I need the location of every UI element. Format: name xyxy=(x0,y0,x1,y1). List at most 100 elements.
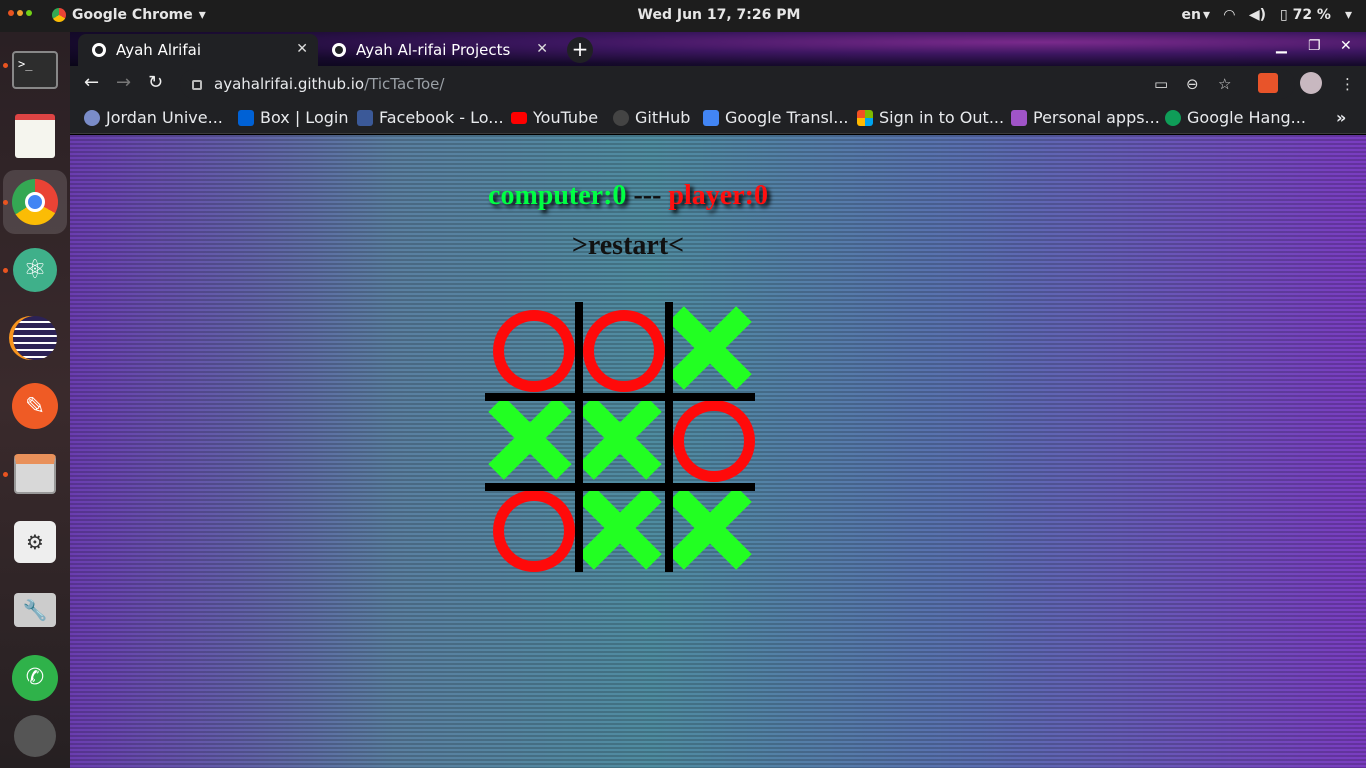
o-mark xyxy=(493,310,575,392)
app-name: Google Chrome xyxy=(72,7,193,23)
app-menu[interactable]: Google Chrome ▾ xyxy=(52,7,206,23)
translate-icon xyxy=(703,109,719,126)
battery-level: 72 % xyxy=(1292,7,1331,23)
board-cell[interactable] xyxy=(575,302,665,392)
bookmark-label: Facebook - Lo... xyxy=(379,108,504,127)
zoom-icon[interactable]: ⊖ xyxy=(1186,75,1199,93)
url-host: ayahalrifai.github.io xyxy=(214,75,365,93)
bookmark-star-icon[interactable]: ☆ xyxy=(1218,75,1231,93)
bookmark-box[interactable]: Box | Login xyxy=(238,108,348,127)
lock-icon xyxy=(192,80,202,90)
dock: >_ ⚛ ✎ ⚙ 🔧 ✆ xyxy=(0,32,70,768)
whatsapp-icon[interactable]: ✆ xyxy=(9,652,61,704)
language-indicator[interactable]: en xyxy=(1182,7,1201,23)
board-cell[interactable] xyxy=(665,302,755,392)
bookmark-label: Box | Login xyxy=(260,108,349,127)
grid-line xyxy=(665,302,673,572)
x-mark xyxy=(669,486,751,568)
board-cell[interactable] xyxy=(575,482,665,572)
wifi-icon: ◠ xyxy=(1224,7,1235,23)
score-separator: --- xyxy=(626,180,669,211)
box-icon xyxy=(238,109,254,126)
bookmark-label: GitHub xyxy=(635,108,691,127)
board-cell[interactable] xyxy=(485,392,575,482)
tab-title: Ayah Alrifai xyxy=(116,41,201,59)
x-mark xyxy=(489,396,571,478)
chevron-down-icon: ▾ xyxy=(1203,7,1211,23)
extension-icon[interactable] xyxy=(1258,73,1278,93)
forward-icon[interactable]: → xyxy=(116,72,131,93)
bookmark-youtube[interactable]: YouTube xyxy=(511,108,598,127)
bookmark-label: Jordan Unive... xyxy=(106,108,223,127)
cast-icon[interactable]: ▭ xyxy=(1154,75,1168,93)
back-icon[interactable]: ← xyxy=(84,72,99,93)
more-bookmarks-icon[interactable]: » xyxy=(1336,108,1346,127)
maximize-icon[interactable]: ❐ xyxy=(1308,38,1321,54)
bookmark-facebook[interactable]: Facebook - Lo... xyxy=(357,108,504,127)
chevron-down-icon: ▾ xyxy=(1344,7,1352,23)
bookmark-outlook[interactable]: Sign in to Out... xyxy=(857,108,1004,127)
x-mark xyxy=(669,306,751,388)
grid-line xyxy=(485,483,755,491)
system-tools-icon[interactable]: 🔧 xyxy=(9,584,61,636)
github-icon xyxy=(613,109,629,126)
bookmark-label: Google Transl... xyxy=(725,108,849,127)
window-close-icon[interactable]: ✕ xyxy=(1340,38,1352,54)
reload-icon[interactable]: ↻ xyxy=(148,72,163,93)
files-icon[interactable] xyxy=(9,448,61,500)
system-tray[interactable]: en ▾ ◠ ◀) ▯ 72 % ▾ xyxy=(1182,7,1352,23)
youtube-icon xyxy=(511,111,527,124)
terminal-icon[interactable]: >_ xyxy=(9,44,61,96)
tic-tac-toe-board xyxy=(485,302,755,572)
h-icon xyxy=(1011,109,1027,126)
facebook-icon xyxy=(357,109,373,126)
board-cell[interactable] xyxy=(665,482,755,572)
close-icon[interactable]: ✕ xyxy=(536,41,548,57)
ju-icon xyxy=(84,109,100,126)
o-mark xyxy=(583,310,665,392)
bookmark-personal-apps[interactable]: Personal apps... xyxy=(1011,108,1160,127)
settings-mixer-icon[interactable]: ⚙ xyxy=(9,516,61,568)
web-page: computer:0 --- player:0 >restart< xyxy=(70,135,1366,768)
browser-toolbar: ← → ↻ ayahalrifai.github.io/TicTacToe/ ▭… xyxy=(70,66,1366,102)
menu-kebab-icon[interactable]: ⋮ xyxy=(1340,75,1355,93)
board-cell[interactable] xyxy=(575,392,665,482)
microsoft-icon xyxy=(857,109,873,126)
bookmark-google-translate[interactable]: Google Transl... xyxy=(703,108,849,127)
globe-icon xyxy=(92,43,106,57)
bookmark-google-hangouts[interactable]: Google Hang... xyxy=(1165,108,1306,127)
scoreboard: computer:0 --- player:0 xyxy=(70,180,1186,212)
new-tab-button[interactable]: + xyxy=(567,37,593,63)
bookmark-jordan-university[interactable]: Jordan Unive... xyxy=(84,108,223,127)
eclipse-icon[interactable] xyxy=(9,312,61,364)
minimize-icon[interactable]: ▁ xyxy=(1276,38,1287,54)
chrome-icon[interactable] xyxy=(3,170,67,234)
tab-ayah-alrifai[interactable]: Ayah Alrifai ✕ xyxy=(78,34,318,66)
tab-strip: Ayah Alrifai ✕ Ayah Al-rifai Projects ✕ … xyxy=(70,32,1366,66)
board-cell[interactable] xyxy=(485,482,575,572)
avatar[interactable] xyxy=(1300,72,1322,94)
x-mark xyxy=(579,486,661,568)
activities-button[interactable] xyxy=(8,10,32,16)
board-cell[interactable] xyxy=(485,302,575,392)
grid-line xyxy=(485,393,755,401)
postman-icon[interactable]: ✎ xyxy=(9,380,61,432)
tab-projects[interactable]: Ayah Al-rifai Projects ✕ xyxy=(318,34,558,66)
atom-icon[interactable]: ⚛ xyxy=(9,244,61,296)
bookmark-github[interactable]: GitHub xyxy=(613,108,690,127)
board-cell[interactable] xyxy=(665,392,755,482)
bookmark-label: Personal apps... xyxy=(1033,108,1160,127)
tab-title: Ayah Al-rifai Projects xyxy=(356,41,511,59)
o-mark xyxy=(673,400,755,482)
restart-button[interactable]: >restart< xyxy=(70,230,1186,262)
battery-status: ▯ 72 % xyxy=(1280,7,1331,23)
show-apps-icon[interactable] xyxy=(9,710,61,762)
x-mark xyxy=(579,396,661,478)
bookmark-label: Google Hang... xyxy=(1187,108,1306,127)
volume-icon: ◀) xyxy=(1248,7,1266,23)
text-editor-icon[interactable] xyxy=(9,110,61,162)
address-bar[interactable]: ayahalrifai.github.io/TicTacToe/ xyxy=(180,69,1295,99)
o-mark xyxy=(493,490,575,572)
chevron-down-icon: ▾ xyxy=(198,7,206,23)
close-icon[interactable]: ✕ xyxy=(296,41,308,57)
